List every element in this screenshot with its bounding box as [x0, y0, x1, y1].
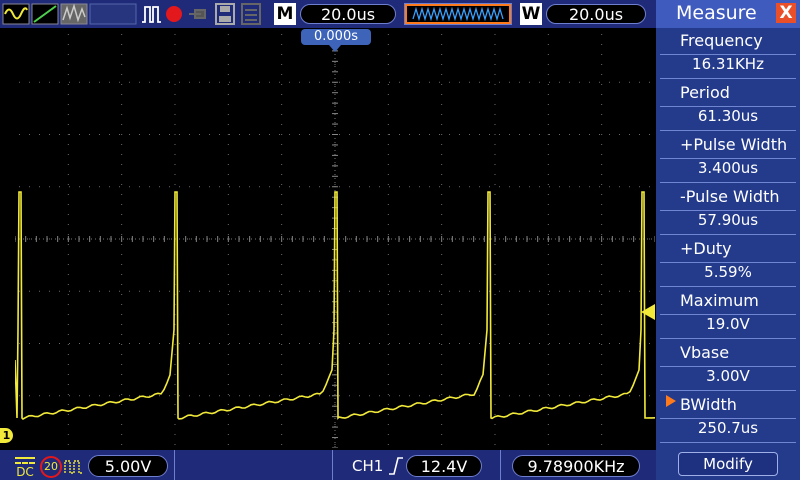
measure-panel-header: Measure X	[656, 0, 800, 28]
measure-item-value: 19.0V	[706, 315, 750, 333]
coupling-label: DC	[16, 465, 34, 479]
measure-item-value: 57.90us	[697, 211, 759, 229]
window-timebase-label: W	[520, 3, 542, 25]
trigger-frequency-value: 9.78900KHz	[512, 455, 640, 477]
main-timebase-value[interactable]: 20.0us	[300, 4, 396, 24]
blank-box	[89, 3, 137, 25]
divider	[332, 450, 333, 480]
record-dot-icon[interactable]	[166, 6, 182, 22]
measure-panel-title: Measure	[676, 2, 757, 24]
waveform-display	[15, 30, 655, 448]
noise-icon[interactable]	[60, 3, 88, 25]
measure-item-label[interactable]: Period	[680, 83, 730, 102]
divider	[500, 450, 501, 480]
probe-icon[interactable]	[189, 9, 206, 19]
measure-panel: Measure X Frequency 16.31KHz Period 61.30us…	[656, 0, 800, 480]
measure-item-value: 61.30us	[697, 107, 759, 125]
selection-arrow-icon	[666, 395, 676, 407]
main-timebase-label: M	[274, 3, 296, 25]
measure-item-value: 3.400us	[697, 159, 759, 177]
trigger-level-marker[interactable]	[641, 304, 655, 320]
modify-button[interactable]: Modify	[678, 452, 778, 476]
bottom-status-bar: DC 20 5.00V CH1 12.4V 9.78900KHz	[0, 450, 656, 480]
top-toolbar: M 20.0us W 20.0us	[0, 0, 656, 28]
measure-item-label[interactable]: +Pulse Width	[680, 135, 787, 154]
trigger-level-value[interactable]: 12.4V	[406, 455, 482, 477]
measure-row-divider	[660, 338, 796, 339]
window-zoom-indicator[interactable]	[404, 3, 512, 25]
rising-edge-icon[interactable]	[388, 456, 404, 476]
measure-item-value: 250.7us	[697, 419, 759, 437]
measure-item-label[interactable]: Maximum	[680, 291, 759, 310]
measure-row-divider	[660, 442, 796, 443]
window-timebase-value[interactable]: 20.0us	[546, 4, 646, 24]
close-button[interactable]: X	[776, 3, 796, 23]
ch1-ground-marker[interactable]: 1	[0, 428, 13, 443]
measure-item-value: 16.31KHz	[692, 55, 764, 73]
sine-wave-icon[interactable]	[2, 3, 30, 25]
measure-item-label[interactable]: Vbase	[680, 343, 729, 362]
measure-item-label[interactable]: Frequency	[680, 31, 763, 50]
volts-per-div-value[interactable]: 5.00V	[88, 455, 168, 477]
trigger-channel-label: CH1	[352, 457, 384, 475]
ramp-icon[interactable]	[31, 3, 59, 25]
pulse-icon[interactable]	[142, 6, 161, 23]
measure-row-divider	[660, 234, 796, 235]
measure-row-divider	[660, 286, 796, 287]
measure-row-divider	[660, 182, 796, 183]
invert-icon[interactable]	[64, 457, 84, 475]
print-icon[interactable]	[241, 3, 261, 25]
trigger-position-marker	[329, 45, 341, 52]
measure-item-label[interactable]: +Duty	[680, 239, 732, 258]
bandwidth-limit-icon[interactable]: 20	[40, 456, 62, 478]
measure-row-divider	[660, 390, 796, 391]
measure-item-label[interactable]: -Pulse Width	[680, 187, 779, 206]
measure-row-divider	[660, 130, 796, 131]
trigger-position-label[interactable]: 0.000s	[301, 29, 371, 45]
measure-item-value: 3.00V	[706, 367, 750, 385]
save-icon[interactable]	[215, 3, 235, 25]
measure-item-value: 5.59%	[704, 263, 752, 281]
measure-row-divider	[660, 78, 796, 79]
divider	[174, 450, 175, 480]
measure-item-label[interactable]: BWidth	[680, 395, 737, 414]
coupling-indicator[interactable]: DC	[14, 457, 36, 479]
